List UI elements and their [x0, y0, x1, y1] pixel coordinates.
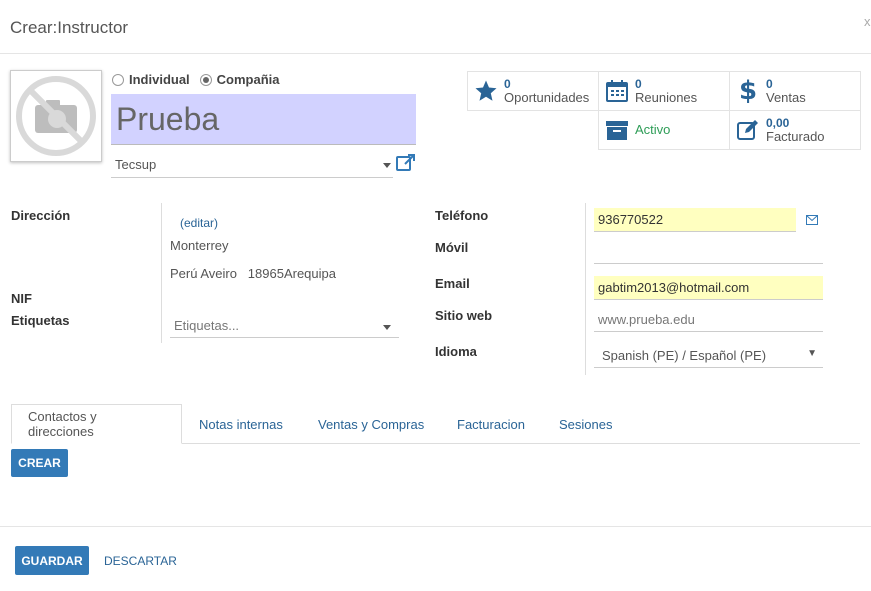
phone-label: Teléfono	[435, 208, 489, 223]
archive-icon	[599, 119, 635, 141]
address-line: Perú Aveiro 18965Arequipa	[170, 266, 336, 281]
website-placeholder: www.prueba.edu	[598, 312, 695, 327]
nif-label: NIF	[11, 291, 32, 306]
radio-company-circle[interactable]	[199, 73, 212, 86]
no-camera-icon	[16, 76, 96, 156]
star-icon	[468, 79, 504, 103]
language-label: Idioma	[435, 344, 477, 359]
tags-input[interactable]: Etiquetas...	[170, 314, 399, 338]
language-select[interactable]: Spanish (PE) / Español (PE) ▼	[594, 344, 823, 368]
email-label: Email	[435, 276, 470, 291]
tags-label: Etiquetas	[11, 313, 70, 328]
stat-invoiced-label: Facturado	[766, 129, 825, 144]
tab-internal-notes[interactable]: Notas internas	[183, 404, 299, 444]
website-field[interactable]: www.prueba.edu	[594, 308, 823, 332]
tab-contacts[interactable]: Contactos y direcciones	[11, 404, 182, 444]
avatar-placeholder[interactable]	[10, 70, 102, 162]
mobile-field[interactable]	[594, 240, 823, 264]
stat-active-button[interactable]: Activo	[598, 110, 730, 150]
create-button[interactable]: CREAR	[11, 449, 68, 477]
dollar-icon: $	[738, 76, 758, 106]
header-divider	[0, 53, 871, 54]
chevron-down-icon	[383, 163, 391, 168]
address-label: Dirección	[11, 208, 71, 223]
dialog-title: Crear:Instructor	[10, 18, 129, 37]
external-link-icon[interactable]	[396, 154, 416, 172]
close-icon[interactable]: x	[864, 14, 871, 29]
parent-company-select[interactable]: Tecsup	[111, 154, 393, 178]
caret-down-icon: ▼	[807, 348, 817, 359]
stat-sales-button[interactable]: $ 0 Ventas	[729, 71, 861, 111]
edit-icon	[730, 118, 766, 142]
tags-placeholder: Etiquetas...	[174, 318, 240, 333]
envelope-icon[interactable]	[806, 213, 818, 228]
radio-individual[interactable]: Individual	[112, 72, 190, 87]
chevron-down-icon	[383, 325, 391, 330]
stat-active-label: Activo	[635, 122, 671, 137]
email-field[interactable]: gabtim2013@hotmail.com	[594, 276, 823, 300]
save-button[interactable]: GUARDAR	[15, 546, 89, 575]
stat-opportunities-count: 0	[504, 77, 511, 91]
stat-meetings-label: Reuniones	[635, 90, 698, 105]
tab-sessions[interactable]: Sesiones	[543, 404, 628, 444]
partner-type-radio: Individual Compañia	[112, 72, 290, 87]
edit-address-link[interactable]: (editar)	[180, 216, 218, 230]
stat-opportunities-label: Oportunidades	[504, 90, 590, 105]
website-label: Sitio web	[435, 308, 493, 323]
discard-button[interactable]: DESCARTAR	[104, 554, 177, 568]
phone-field[interactable]: 936770522	[594, 208, 796, 232]
tab-sales-purchases[interactable]: Ventas y Compras	[302, 404, 440, 444]
radio-company[interactable]: Compañia	[199, 72, 280, 87]
mobile-label: Móvil	[435, 240, 469, 255]
stat-meetings-button[interactable]: 0 Reuniones	[598, 71, 730, 111]
right-divider	[585, 203, 586, 375]
radio-company-label: Compañia	[216, 72, 280, 87]
address-city: Monterrey	[170, 238, 229, 253]
stat-sales-label: Ventas	[766, 90, 806, 105]
stat-meetings-count: 0	[635, 77, 642, 91]
stat-sales-count: 0	[766, 77, 773, 91]
stat-invoiced-button[interactable]: 0,00 Facturado	[729, 110, 861, 150]
tab-invoicing[interactable]: Facturacion	[441, 404, 541, 444]
calendar-icon	[599, 79, 635, 103]
name-input[interactable]: Prueba	[111, 94, 416, 145]
parent-company-value: Tecsup	[115, 157, 157, 172]
stat-opportunities-button[interactable]: 0 Oportunidades	[467, 71, 599, 111]
radio-individual-label: Individual	[129, 72, 190, 87]
stat-invoiced-amount: 0,00	[766, 116, 790, 130]
radio-individual-circle[interactable]	[112, 73, 124, 86]
footer-divider	[0, 526, 871, 527]
language-value: Spanish (PE) / Español (PE)	[602, 348, 767, 363]
left-divider	[161, 203, 162, 343]
